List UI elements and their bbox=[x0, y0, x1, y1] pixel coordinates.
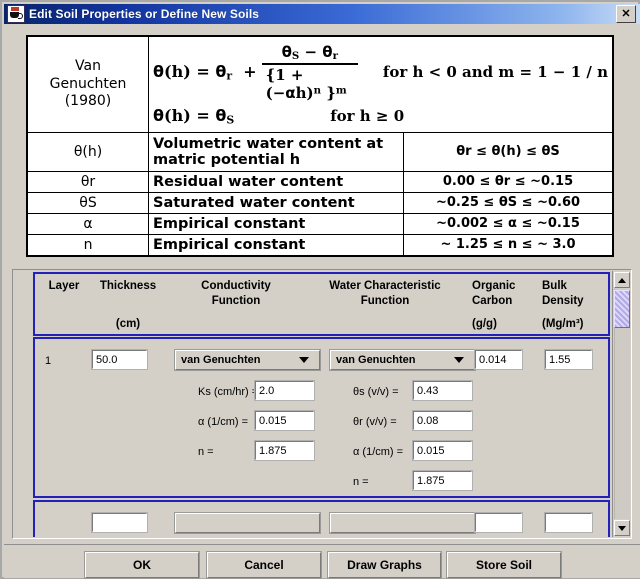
param-description: Empirical constant bbox=[148, 212, 404, 235]
header-bulk-density-line1: Bulk bbox=[542, 280, 567, 292]
param-description: Residual water content bbox=[148, 170, 404, 193]
content-area: Van Genuchten (1980) θ(h) = θr + θS − θr… bbox=[4, 24, 640, 579]
equation-2-condition: for h ≥ 0 bbox=[330, 107, 405, 126]
param-symbol: θS bbox=[27, 191, 149, 214]
param-symbol: θ(h) bbox=[27, 131, 149, 172]
header-bulk-density-line2: Density bbox=[542, 295, 584, 307]
param-description: Volumetric water content at matric poten… bbox=[148, 131, 404, 172]
water-characteristic-function-dropdown-row2[interactable] bbox=[329, 512, 476, 534]
draw-graphs-button[interactable]: Draw Graphs bbox=[327, 551, 442, 579]
wc-param-input-n[interactable] bbox=[412, 470, 473, 491]
chevron-down-icon bbox=[454, 357, 464, 363]
window-title: Edit Soil Properties or Define New Soils bbox=[29, 7, 260, 21]
dialog-button-bar: OK Cancel Draw Graphs Store Soil bbox=[4, 544, 640, 579]
equation-1-lhs: θ(h) = θr + bbox=[153, 62, 257, 83]
header-thickness: Thickness bbox=[99, 280, 157, 292]
equation-1-fraction: θS − θr {1 + (−αh)n }m bbox=[261, 42, 358, 102]
header-conductivity-line1: Conductivity bbox=[201, 280, 271, 292]
model-name-line-1: Van bbox=[75, 58, 101, 75]
conductivity-function-dropdown[interactable]: van Genuchten bbox=[174, 349, 321, 371]
header-organic-carbon-units: (g/g) bbox=[472, 318, 497, 330]
param-range: ~0.002 ≤ α ≤ ~0.15 bbox=[403, 212, 613, 235]
cond-param-label-ks: Ks (cm/hr) = bbox=[198, 386, 259, 398]
param-range: ~0.25 ≤ θS ≤ ~0.60 bbox=[403, 191, 613, 214]
title-bar: Edit Soil Properties or Define New Soils… bbox=[4, 4, 640, 24]
conductivity-function-dropdown-row2[interactable] bbox=[174, 512, 321, 534]
store-soil-button[interactable]: Store Soil bbox=[446, 551, 562, 579]
param-range: 0.00 ≤ θr ≤ ~0.15 bbox=[403, 170, 613, 193]
application-window: Edit Soil Properties or Define New Soils… bbox=[0, 0, 640, 579]
header-thickness-units: (cm) bbox=[115, 318, 141, 330]
header-organic-carbon-line2: Carbon bbox=[472, 295, 513, 307]
scroll-down-arrow-icon[interactable] bbox=[614, 520, 630, 536]
table-row: α Empirical constant ~0.002 ≤ α ≤ ~0.15 bbox=[27, 212, 613, 235]
soil-layer-grid-viewport: Layer Thickness (cm) Conductivity Functi… bbox=[14, 271, 611, 537]
van-genuchten-reference-table: Van Genuchten (1980) θ(h) = θr + θS − θr… bbox=[26, 35, 614, 257]
soil-layer-grid-panel: Layer Thickness (cm) Conductivity Functi… bbox=[12, 269, 632, 539]
param-symbol: θr bbox=[27, 170, 149, 193]
cond-param-input-alpha[interactable] bbox=[254, 410, 315, 431]
grid-header-row: Layer Thickness (cm) Conductivity Functi… bbox=[33, 272, 610, 336]
thickness-input-row2[interactable] bbox=[91, 512, 148, 533]
header-organic-carbon-line1: Organic bbox=[472, 280, 516, 292]
param-description: Empirical constant bbox=[148, 233, 404, 257]
water-characteristic-function-value: van Genuchten bbox=[336, 354, 416, 366]
model-name-line-3: (1980) bbox=[64, 93, 112, 110]
cond-param-label-alpha: α (1/cm) = bbox=[198, 416, 249, 428]
ok-button[interactable]: OK bbox=[84, 551, 200, 579]
cond-param-label-n: n = bbox=[198, 446, 214, 458]
table-row: θS Saturated water content ~0.25 ≤ θS ≤ … bbox=[27, 191, 613, 214]
organic-carbon-input-row2[interactable] bbox=[474, 512, 523, 533]
table-row: θr Residual water content 0.00 ≤ θr ≤ ~0… bbox=[27, 170, 613, 193]
cancel-button[interactable]: Cancel bbox=[206, 551, 322, 579]
param-range: θr ≤ θ(h) ≤ θS bbox=[403, 131, 613, 172]
formula-equations: θ(h) = θr + θS − θr {1 + (−αh)n }m for h… bbox=[148, 36, 613, 133]
organic-carbon-input[interactable] bbox=[474, 349, 523, 370]
conductivity-function-value: van Genuchten bbox=[181, 354, 261, 366]
header-water-characteristic-line1: Water Characteristic bbox=[329, 280, 441, 292]
param-range: ~ 1.25 ≤ n ≤ ~ 3.0 bbox=[403, 233, 613, 257]
header-conductivity-line2: Function bbox=[211, 295, 261, 307]
layer-number: 1 bbox=[45, 355, 52, 367]
thickness-input[interactable] bbox=[91, 349, 148, 370]
cond-param-input-ks[interactable] bbox=[254, 380, 315, 401]
equation-2-lhs: θ(h) = θS bbox=[153, 105, 235, 127]
header-water-characteristic-line2: Function bbox=[360, 295, 410, 307]
fraction-denominator: {1 + (−αh)n }m bbox=[265, 65, 347, 102]
model-name-line-2: Genuchten bbox=[49, 75, 127, 92]
java-coffee-cup-icon bbox=[7, 5, 25, 23]
scroll-up-arrow-icon[interactable] bbox=[614, 272, 630, 288]
soil-layer-row-2-clipped bbox=[33, 500, 610, 537]
cond-param-input-n[interactable] bbox=[254, 440, 315, 461]
header-layer: Layer bbox=[48, 280, 80, 292]
scrollbar-thumb[interactable] bbox=[614, 290, 630, 328]
wc-param-label-theta-s: θs (v/v) = bbox=[353, 386, 399, 398]
wc-param-label-n: n = bbox=[353, 476, 369, 488]
bulk-density-input[interactable] bbox=[544, 349, 593, 370]
fraction-numerator: θS − θr bbox=[281, 42, 338, 62]
soil-layer-row-1: 1 van Genuchten van Genuchten Ks (cm/hr)… bbox=[33, 337, 610, 498]
header-bulk-density-units: (Mg/m³) bbox=[542, 318, 584, 330]
water-characteristic-function-dropdown[interactable]: van Genuchten bbox=[329, 349, 476, 371]
param-symbol: α bbox=[27, 212, 149, 235]
wc-param-input-alpha[interactable] bbox=[412, 440, 473, 461]
chevron-down-icon bbox=[299, 357, 309, 363]
table-row: θ(h) Volumetric water content at matric … bbox=[27, 131, 613, 172]
close-icon[interactable]: ✕ bbox=[616, 5, 636, 23]
wc-param-input-theta-r[interactable] bbox=[412, 410, 473, 431]
table-row: n Empirical constant ~ 1.25 ≤ n ≤ ~ 3.0 bbox=[27, 233, 613, 257]
wc-param-input-theta-s[interactable] bbox=[412, 380, 473, 401]
wc-param-label-alpha: α (1/cm) = bbox=[353, 446, 404, 458]
param-description: Saturated water content bbox=[148, 191, 404, 214]
bulk-density-input-row2[interactable] bbox=[544, 512, 593, 533]
formula-model-name: Van Genuchten (1980) bbox=[27, 36, 149, 133]
grid-vertical-scrollbar[interactable] bbox=[612, 271, 631, 537]
table-row-formula: Van Genuchten (1980) θ(h) = θr + θS − θr… bbox=[27, 36, 613, 133]
equation-1-condition: for h < 0 and m = 1 − 1 / n bbox=[382, 63, 608, 82]
wc-param-label-theta-r: θr (v/v) = bbox=[353, 416, 397, 428]
param-symbol: n bbox=[27, 233, 149, 257]
